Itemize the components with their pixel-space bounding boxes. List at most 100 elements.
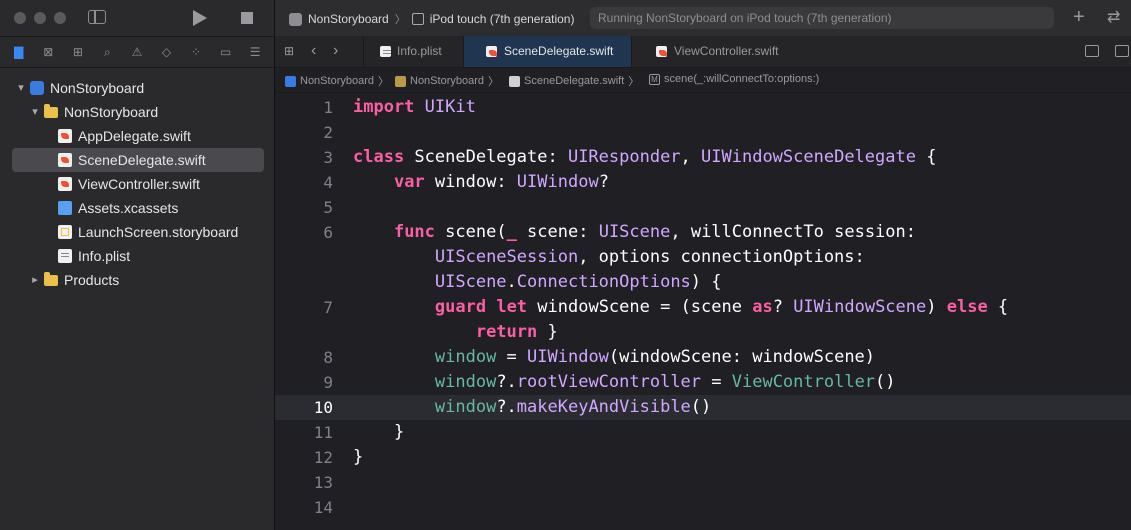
code-line[interactable]: 8 window = UIWindow(windowScene: windowS…: [275, 345, 1131, 370]
code-text[interactable]: func scene(_ scene: UIScene, willConnect…: [353, 220, 916, 245]
line-number[interactable]: 4: [275, 170, 333, 195]
tree-row-file[interactable]: ViewController.swift: [0, 172, 274, 196]
chevron-down-icon[interactable]: ▾: [30, 100, 40, 124]
breadcrumb-item[interactable]: NonStoryboard 〉: [285, 73, 389, 89]
code-text[interactable]: window = UIWindow(windowScene: windowSce…: [353, 345, 875, 370]
code-line[interactable]: 2: [275, 120, 1131, 145]
line-number[interactable]: 6: [275, 220, 333, 245]
code-text[interactable]: UISceneSession, options connectionOption…: [353, 245, 865, 270]
code-text[interactable]: UIScene.ConnectionOptions) {: [353, 270, 722, 295]
line-number[interactable]: 14: [275, 495, 333, 520]
line-number[interactable]: 1: [275, 95, 333, 120]
code-line[interactable]: 13: [275, 470, 1131, 495]
line-number[interactable]: 7: [275, 295, 333, 320]
issue-navigator-icon[interactable]: ⚠: [129, 44, 145, 60]
code-text[interactable]: class SceneDelegate: UIResponder, UIWind…: [353, 145, 936, 170]
source-control-navigator-icon[interactable]: ⊠: [40, 44, 56, 60]
code-text[interactable]: return }: [353, 320, 558, 345]
add-icon[interactable]: +: [1073, 6, 1085, 29]
zoom-window-button[interactable]: [54, 12, 66, 24]
code-line[interactable]: 6 func scene(_ scene: UIScene, willConne…: [275, 220, 1131, 245]
code-text[interactable]: }: [353, 445, 363, 470]
code-line[interactable]: UISceneSession, options connectionOption…: [275, 245, 1131, 270]
tree-row-file[interactable]: Info.plist: [0, 244, 274, 268]
back-arrow-icon[interactable]: ‹: [311, 42, 316, 60]
breadcrumb-label: scene(_:willConnectTo:options:): [664, 73, 820, 85]
destination-name[interactable]: iPod touch (7th generation): [430, 12, 575, 26]
close-window-button[interactable]: [14, 12, 26, 24]
tree-row-group[interactable]: ▾ NonStoryboard: [0, 100, 274, 124]
code-line[interactable]: 4 var window: UIWindow?: [275, 170, 1131, 195]
line-number[interactable]: 8: [275, 345, 333, 370]
stop-icon[interactable]: [241, 12, 253, 24]
project-icon: [30, 81, 44, 95]
project-navigator-icon[interactable]: ▇: [11, 44, 27, 60]
run-icon[interactable]: [193, 10, 207, 26]
tree-row-file[interactable]: LaunchScreen.storyboard: [0, 220, 274, 244]
breadcrumb-item[interactable]: SceneDelegate.swift 〉: [509, 73, 639, 89]
tree-row-file[interactable]: AppDelegate.swift: [0, 124, 274, 148]
line-number[interactable]: 12: [275, 445, 333, 470]
breadcrumb-item[interactable]: M scene(_:willConnectTo:options:): [649, 73, 819, 85]
symbol-navigator-icon[interactable]: ⊞: [70, 44, 86, 60]
chevron-right-icon: 〉: [488, 76, 499, 88]
code-line[interactable]: return }: [275, 320, 1131, 345]
related-items-icon[interactable]: ⊞: [284, 45, 296, 57]
find-navigator-icon[interactable]: ⌕: [99, 44, 115, 60]
tree-row-group[interactable]: ▸ Products: [0, 268, 274, 292]
code-line[interactable]: 1 import UIKit: [275, 95, 1131, 120]
code-text[interactable]: var window: UIWindow?: [353, 170, 609, 195]
debug-navigator-icon[interactable]: ⁘: [188, 44, 204, 60]
tab-viewcontroller-swift[interactable]: ViewController.swift: [631, 36, 811, 67]
minimize-window-button[interactable]: [34, 12, 46, 24]
forward-arrow-icon[interactable]: ›: [333, 42, 338, 60]
line-number[interactable]: 9: [275, 370, 333, 395]
chevron-right-icon: 〉: [394, 14, 406, 26]
code-text[interactable]: guard let windowScene = (scene as? UIWin…: [353, 295, 1008, 320]
report-navigator-icon[interactable]: ☰: [247, 44, 263, 60]
activity-status: Running NonStoryboard on iPod touch (7th…: [590, 7, 1054, 29]
line-number[interactable]: 11: [275, 420, 333, 445]
code-line[interactable]: 3 class SceneDelegate: UIResponder, UIWin…: [275, 145, 1131, 170]
tree-row-label: Info.plist: [78, 248, 131, 264]
line-number[interactable]: 10: [275, 395, 333, 420]
folder-icon: [395, 75, 406, 87]
tree-row-project[interactable]: ▾ NonStoryboard: [0, 76, 274, 100]
scheme-selector[interactable]: NonStoryboard 〉 iPod touch (7th generati…: [289, 11, 574, 27]
code-line[interactable]: 9 window?.rootViewController = ViewContr…: [275, 370, 1131, 395]
line-number[interactable]: 13: [275, 470, 333, 495]
tab-info-plist[interactable]: Info.plist: [363, 36, 463, 67]
source-editor[interactable]: 1 import UIKit 2 3 class SceneDelegate: UIRe…: [275, 95, 1131, 520]
breakpoint-navigator-icon[interactable]: ▭: [218, 44, 234, 60]
code-line[interactable]: 7 guard let windowScene = (scene as? UIW…: [275, 295, 1131, 320]
code-line[interactable]: UIScene.ConnectionOptions) {: [275, 270, 1131, 295]
line-number[interactable]: 3: [275, 145, 333, 170]
sidebar-toggle-icon[interactable]: [88, 10, 106, 24]
project-icon: [285, 75, 296, 87]
tab-scenedelegate-swift[interactable]: SceneDelegate.swift: [463, 36, 631, 67]
editor-options-icon[interactable]: [1085, 45, 1099, 57]
code-text[interactable]: }: [353, 420, 404, 445]
device-icon: [411, 13, 424, 25]
code-line[interactable]: 14: [275, 495, 1131, 520]
code-text[interactable]: window?.makeKeyAndVisible(): [353, 395, 711, 420]
code-text[interactable]: window?.rootViewController = ViewControl…: [353, 370, 896, 395]
code-line[interactable]: 5: [275, 195, 1131, 220]
chevron-down-icon[interactable]: ▾: [16, 76, 26, 100]
swift-file-icon: [58, 129, 72, 143]
code-line[interactable]: 11 }: [275, 420, 1131, 445]
code-line[interactable]: 10 window?.makeKeyAndVisible(): [275, 395, 1131, 420]
scheme-name: NonStoryboard: [308, 12, 389, 26]
breadcrumb-item[interactable]: NonStoryboard 〉: [395, 73, 499, 89]
line-number[interactable]: 2: [275, 120, 333, 145]
chevron-right-icon[interactable]: ▸: [30, 268, 40, 292]
split-editor-icon[interactable]: [1115, 45, 1129, 57]
code-line[interactable]: 12}: [275, 445, 1131, 470]
scheme-icon: [289, 12, 302, 26]
tree-row-file[interactable]: Assets.xcassets: [0, 196, 274, 220]
line-number[interactable]: 5: [275, 195, 333, 220]
tree-row-file-selected[interactable]: SceneDelegate.swift: [12, 148, 264, 172]
test-navigator-icon[interactable]: ◇: [159, 44, 175, 60]
code-text[interactable]: import UIKit: [353, 95, 476, 120]
swap-arrows-icon[interactable]: ⇄: [1107, 7, 1120, 27]
